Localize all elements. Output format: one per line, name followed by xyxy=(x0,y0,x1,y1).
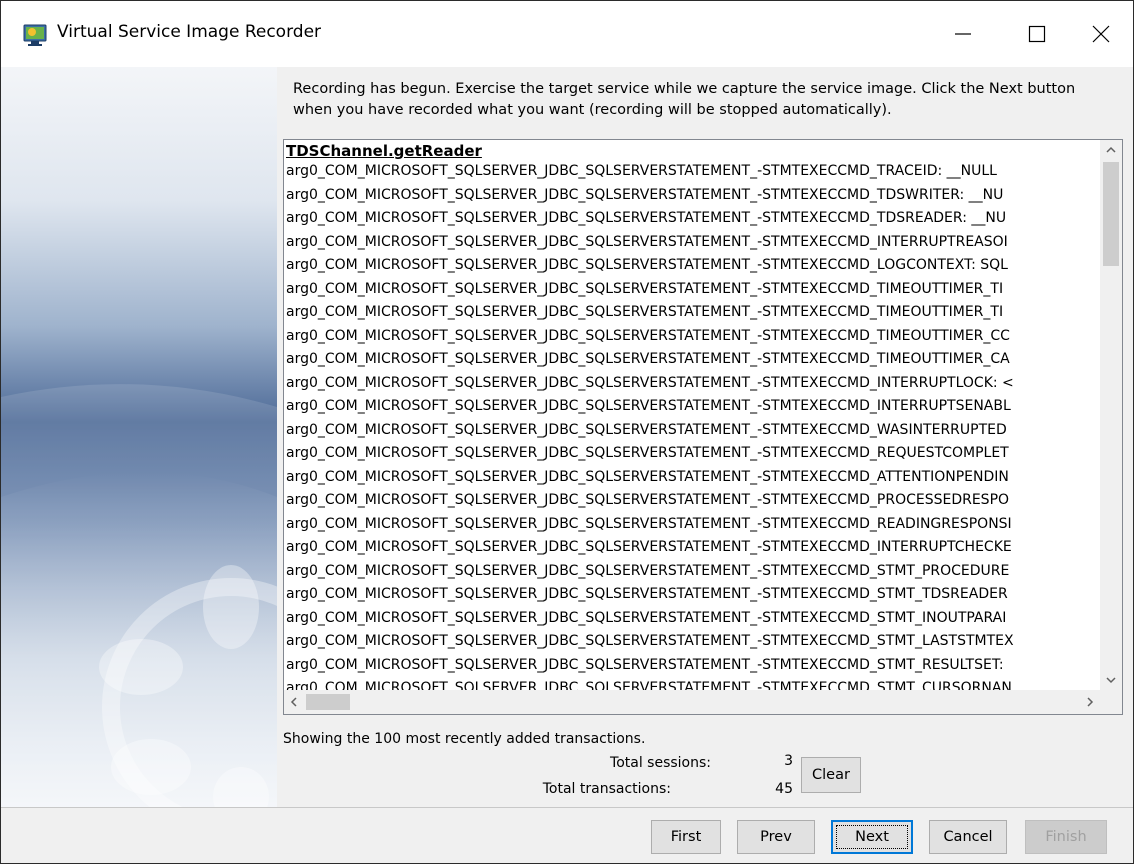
scrollbar-corner xyxy=(1100,690,1122,714)
wizard-banner-image xyxy=(1,67,277,807)
transaction-header[interactable]: TDSChannel.getReader xyxy=(286,142,482,160)
app-icon xyxy=(23,24,47,46)
list-item[interactable]: arg0_COM_MICROSOFT_SQLSERVER_JDBC_SQLSER… xyxy=(284,442,1100,466)
scroll-up-button[interactable] xyxy=(1100,140,1122,160)
chevron-down-icon xyxy=(1106,677,1116,684)
list-item[interactable]: arg0_COM_MICROSOFT_SQLSERVER_JDBC_SQLSER… xyxy=(284,184,1100,208)
list-item[interactable]: arg0_COM_MICROSOFT_SQLSERVER_JDBC_SQLSER… xyxy=(284,513,1100,537)
banner-graphic xyxy=(1,67,277,807)
chevron-up-icon xyxy=(1106,146,1116,153)
list-item[interactable]: arg0_COM_MICROSOFT_SQLSERVER_JDBC_SQLSER… xyxy=(284,677,1100,690)
prev-button[interactable]: Prev xyxy=(737,820,815,854)
list-item[interactable]: arg0_COM_MICROSOFT_SQLSERVER_JDBC_SQLSER… xyxy=(284,419,1100,443)
transactions-list[interactable]: TDSChannel.getReader arg0_COM_MICROSOFT_… xyxy=(283,139,1123,715)
list-item[interactable]: arg0_COM_MICROSOFT_SQLSERVER_JDBC_SQLSER… xyxy=(284,160,1100,184)
content-panel: Recording has begun. Exercise the target… xyxy=(277,67,1133,807)
total-transactions-label: Total transactions: xyxy=(542,781,671,797)
wizard-footer: First Prev Next Cancel Finish xyxy=(1,807,1133,863)
list-item[interactable]: arg0_COM_MICROSOFT_SQLSERVER_JDBC_SQLSER… xyxy=(284,372,1100,396)
focus-ring xyxy=(836,825,908,849)
recorder-window: Virtual Service Image Recorder Recording… xyxy=(0,0,1134,864)
chevron-left-icon xyxy=(290,697,297,707)
list-item[interactable]: arg0_COM_MICROSOFT_SQLSERVER_JDBC_SQLSER… xyxy=(284,583,1100,607)
title-bar: Virtual Service Image Recorder xyxy=(1,1,1133,67)
list-item[interactable]: arg0_COM_MICROSOFT_SQLSERVER_JDBC_SQLSER… xyxy=(284,466,1100,490)
scroll-left-button[interactable] xyxy=(284,690,304,714)
vertical-scrollbar[interactable] xyxy=(1100,140,1122,690)
vertical-scroll-thumb[interactable] xyxy=(1103,162,1119,266)
next-button[interactable]: Next xyxy=(831,820,913,854)
minimize-icon xyxy=(955,33,971,35)
total-sessions-value: 3 xyxy=(784,753,793,769)
maximize-button[interactable] xyxy=(1005,1,1069,67)
scroll-down-button[interactable] xyxy=(1100,670,1122,690)
list-item[interactable]: arg0_COM_MICROSOFT_SQLSERVER_JDBC_SQLSER… xyxy=(284,654,1100,678)
list-item[interactable]: arg0_COM_MICROSOFT_SQLSERVER_JDBC_SQLSER… xyxy=(284,325,1100,349)
close-button[interactable] xyxy=(1069,1,1133,67)
list-item[interactable]: arg0_COM_MICROSOFT_SQLSERVER_JDBC_SQLSER… xyxy=(284,207,1100,231)
list-item[interactable]: arg0_COM_MICROSOFT_SQLSERVER_JDBC_SQLSER… xyxy=(284,489,1100,513)
transactions-viewport: TDSChannel.getReader arg0_COM_MICROSOFT_… xyxy=(284,140,1100,690)
window-title: Virtual Service Image Recorder xyxy=(57,22,322,42)
list-item[interactable]: arg0_COM_MICROSOFT_SQLSERVER_JDBC_SQLSER… xyxy=(284,560,1100,584)
finish-button: Finish xyxy=(1025,820,1107,854)
cancel-button[interactable]: Cancel xyxy=(929,820,1007,854)
minimize-button[interactable] xyxy=(931,1,995,67)
list-item[interactable]: arg0_COM_MICROSOFT_SQLSERVER_JDBC_SQLSER… xyxy=(284,536,1100,560)
total-sessions-label: Total sessions: xyxy=(610,755,711,771)
first-button[interactable]: First xyxy=(651,820,721,854)
list-item[interactable]: arg0_COM_MICROSOFT_SQLSERVER_JDBC_SQLSER… xyxy=(284,395,1100,419)
chevron-right-icon xyxy=(1087,697,1094,707)
maximize-icon xyxy=(1028,25,1046,43)
list-item[interactable]: arg0_COM_MICROSOFT_SQLSERVER_JDBC_SQLSER… xyxy=(284,278,1100,302)
list-item[interactable]: arg0_COM_MICROSOFT_SQLSERVER_JDBC_SQLSER… xyxy=(284,630,1100,654)
clear-button[interactable]: Clear xyxy=(801,757,861,793)
scroll-right-button[interactable] xyxy=(1080,690,1100,714)
horizontal-scroll-thumb[interactable] xyxy=(306,694,350,710)
list-item[interactable]: arg0_COM_MICROSOFT_SQLSERVER_JDBC_SQLSER… xyxy=(284,607,1100,631)
list-item[interactable]: arg0_COM_MICROSOFT_SQLSERVER_JDBC_SQLSER… xyxy=(284,231,1100,255)
total-transactions-value: 45 xyxy=(775,781,793,797)
list-item[interactable]: arg0_COM_MICROSOFT_SQLSERVER_JDBC_SQLSER… xyxy=(284,254,1100,278)
transaction-rows: arg0_COM_MICROSOFT_SQLSERVER_JDBC_SQLSER… xyxy=(284,160,1100,690)
showing-count-text: Showing the 100 most recently added tran… xyxy=(283,731,646,747)
list-item[interactable]: arg0_COM_MICROSOFT_SQLSERVER_JDBC_SQLSER… xyxy=(284,348,1100,372)
horizontal-scrollbar[interactable] xyxy=(284,690,1100,714)
instructions-text: Recording has begun. Exercise the target… xyxy=(293,81,1076,118)
list-item[interactable]: arg0_COM_MICROSOFT_SQLSERVER_JDBC_SQLSER… xyxy=(284,301,1100,325)
close-icon xyxy=(1092,25,1110,43)
